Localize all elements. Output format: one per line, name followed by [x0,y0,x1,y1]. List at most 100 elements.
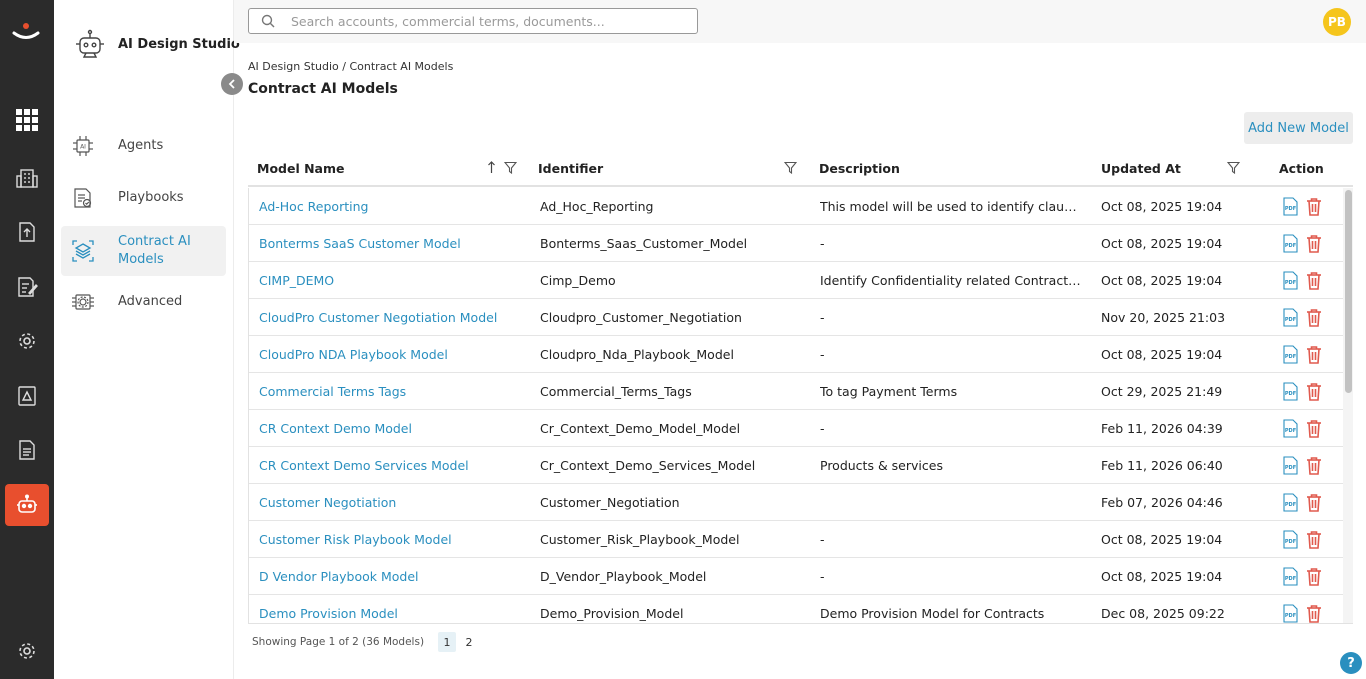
rail-edit-button[interactable] [5,266,49,308]
filter-icon[interactable] [504,161,517,174]
delete-model-button[interactable] [1305,419,1323,442]
sort-ascending-icon[interactable] [485,161,498,174]
rail-upload-button[interactable] [5,211,49,253]
search-box[interactable] [248,8,698,34]
model-name-link[interactable]: CloudPro NDA Playbook Model [259,336,448,373]
download-pdf-button[interactable]: PDF [1281,567,1299,590]
rail-settings-button[interactable] [5,320,49,362]
pdf-download-icon[interactable]: PDF [1281,530,1299,549]
model-name-link[interactable]: D Vendor Playbook Model [259,558,419,595]
brand-logo-icon[interactable] [11,22,41,42]
sidebar-item-playbooks[interactable]: Playbooks [61,185,226,211]
model-name-link[interactable]: Customer Risk Playbook Model [259,521,452,558]
page-button-1[interactable]: 1 [438,632,457,652]
rail-bottom-settings-button[interactable] [5,630,49,672]
download-pdf-button[interactable]: PDF [1281,234,1299,257]
search-input[interactable] [291,13,691,29]
delete-model-button[interactable] [1305,234,1323,257]
download-pdf-button[interactable]: PDF [1281,382,1299,405]
download-pdf-button[interactable]: PDF [1281,308,1299,331]
delete-icon[interactable] [1305,197,1323,216]
delete-icon[interactable] [1305,234,1323,253]
delete-model-button[interactable] [1305,567,1323,590]
delete-icon[interactable] [1305,419,1323,438]
pdf-download-icon[interactable]: PDF [1281,308,1299,327]
model-updated-at: Oct 08, 2025 19:04 [1101,199,1223,214]
model-name-link[interactable]: CR Context Demo Model [259,410,412,447]
pdf-download-icon[interactable]: PDF [1281,493,1299,512]
rail-alerts-button[interactable] [5,375,49,417]
download-pdf-button[interactable]: PDF [1281,271,1299,294]
pdf-download-icon[interactable]: PDF [1281,271,1299,290]
model-name-link[interactable]: Customer Negotiation [259,484,396,521]
studio-header: AI Design Studio [74,28,240,60]
delete-model-button[interactable] [1305,493,1323,516]
model-name-link[interactable]: CloudPro Customer Negotiation Model [259,299,497,336]
pdf-download-icon[interactable]: PDF [1281,382,1299,401]
sidebar-item-agents[interactable]: AI Agents [61,133,226,159]
rail-reports-button[interactable] [5,429,49,471]
delete-model-button[interactable] [1305,530,1323,553]
delete-icon[interactable] [1305,456,1323,475]
rail-dashboard-button[interactable] [5,99,49,141]
delete-model-button[interactable] [1305,345,1323,368]
filter-icon[interactable] [1227,161,1240,174]
filter-icon[interactable] [784,161,797,174]
delete-model-button[interactable] [1305,271,1323,294]
row-actions: PDF [1281,308,1323,331]
download-pdf-button[interactable]: PDF [1281,419,1299,442]
delete-icon[interactable] [1305,308,1323,327]
rail-accounts-button[interactable] [5,157,49,199]
delete-icon[interactable] [1305,345,1323,364]
delete-icon[interactable] [1305,530,1323,549]
pdf-download-icon[interactable]: PDF [1281,567,1299,586]
delete-model-button[interactable] [1305,308,1323,331]
pdf-download-icon[interactable]: PDF [1281,345,1299,364]
download-pdf-button[interactable]: PDF [1281,197,1299,220]
delete-model-button[interactable] [1305,197,1323,220]
pdf-download-icon[interactable]: PDF [1281,234,1299,253]
rail-ai-studio-button[interactable] [5,484,49,526]
delete-icon[interactable] [1305,382,1323,401]
download-pdf-button[interactable]: PDF [1281,530,1299,553]
table-row: CloudPro NDA Playbook Model Cloudpro_Nda_… [249,336,1343,373]
delete-icon[interactable] [1305,567,1323,586]
add-new-model-button[interactable]: Add New Model [1244,112,1353,144]
table-body[interactable]: Ad-Hoc Reporting Ad_Hoc_Reporting This mod… [248,188,1353,624]
scrollbar-thumb[interactable] [1345,190,1352,393]
sidebar-item-contract-ai-models[interactable]: Contract AI Models [61,226,226,276]
download-pdf-button[interactable]: PDF [1281,604,1299,623]
delete-model-button[interactable] [1305,456,1323,479]
model-name-link[interactable]: Bonterms SaaS Customer Model [259,225,461,262]
column-header-identifier[interactable]: Identifier [538,150,808,187]
page-button-2[interactable]: 2 [460,632,478,652]
download-pdf-button[interactable]: PDF [1281,493,1299,516]
model-name-link[interactable]: Demo Provision Model [259,595,398,623]
download-pdf-button[interactable]: PDF [1281,345,1299,368]
pdf-download-icon[interactable]: PDF [1281,604,1299,623]
user-avatar[interactable]: PB [1323,8,1351,36]
studio-title: AI Design Studio [118,36,240,52]
delete-model-button[interactable] [1305,604,1323,623]
pdf-download-icon[interactable]: PDF [1281,419,1299,438]
model-name-link[interactable]: Commercial Terms Tags [259,373,406,410]
column-header-updated-at[interactable]: Updated At [1101,150,1251,187]
model-name-link[interactable]: CIMP_DEMO [259,262,334,299]
model-description [820,484,1082,521]
download-pdf-button[interactable]: PDF [1281,456,1299,479]
settings-gear-icon [19,333,35,349]
help-button[interactable]: ? [1340,652,1362,674]
column-header-model-name[interactable]: Model Name [257,150,527,187]
model-name-link[interactable]: Ad-Hoc Reporting [259,188,368,225]
table-scrollbar[interactable] [1343,188,1353,623]
delete-model-button[interactable] [1305,382,1323,405]
svg-text:PDF: PDF [1285,428,1296,434]
delete-icon[interactable] [1305,493,1323,512]
sidebar-item-advanced[interactable]: Advanced [61,289,226,315]
pdf-download-icon[interactable]: PDF [1281,197,1299,216]
model-name-link[interactable]: CR Context Demo Services Model [259,447,469,484]
delete-icon[interactable] [1305,604,1323,623]
delete-icon[interactable] [1305,271,1323,290]
pdf-download-icon[interactable]: PDF [1281,456,1299,475]
upload-document-icon [19,222,35,242]
